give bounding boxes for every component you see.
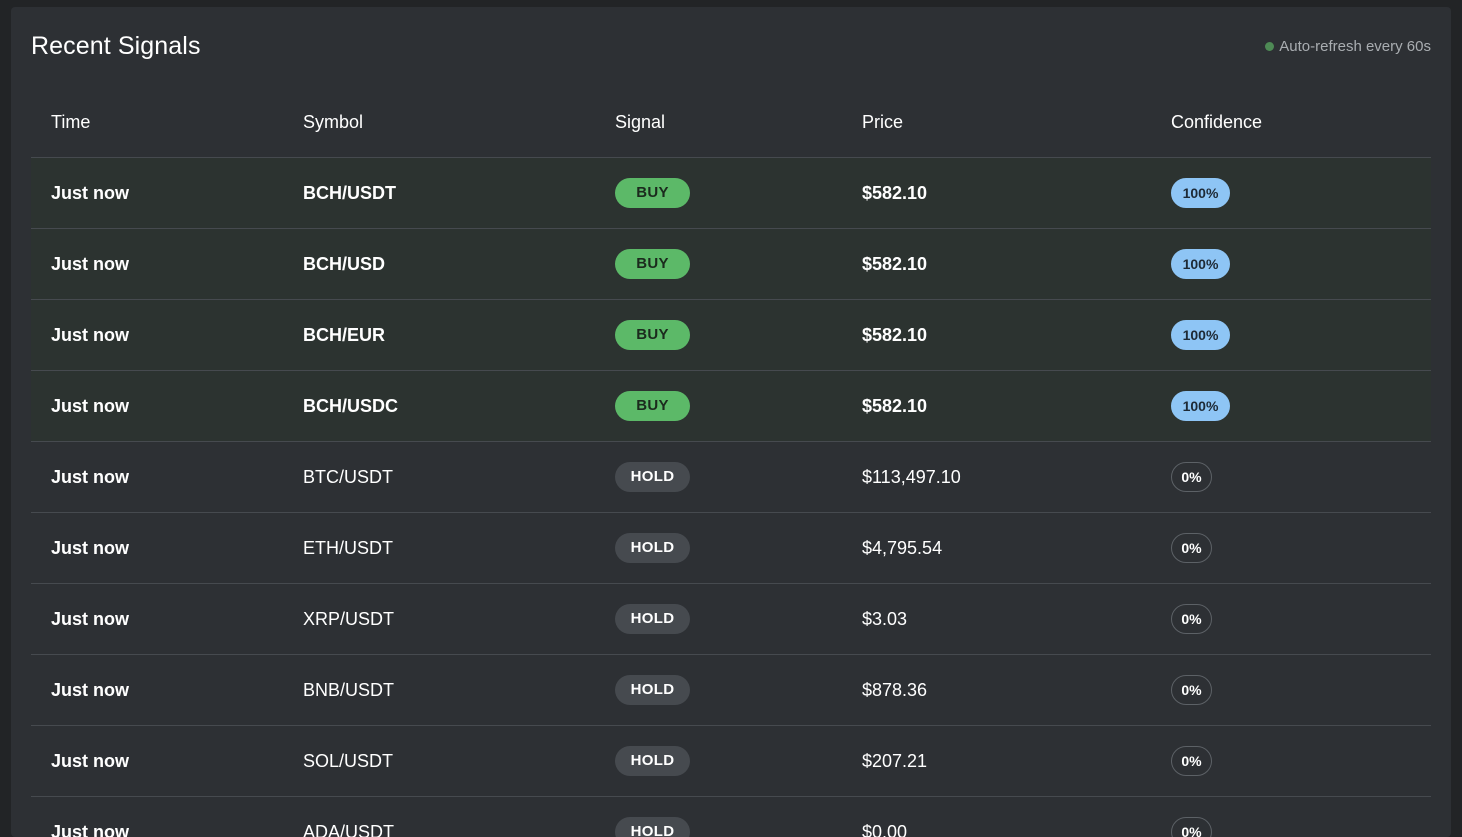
column-header-symbol[interactable]: Symbol (303, 87, 615, 158)
cell-time: Just now (31, 513, 303, 584)
table-body: Just nowBCH/USDTBUY$582.10100%Just nowBC… (31, 158, 1431, 837)
cell-signal: BUY (615, 371, 862, 442)
column-header-signal[interactable]: Signal (615, 87, 862, 158)
auto-refresh-status: Auto-refresh every 60s (1265, 38, 1431, 55)
column-header-time[interactable]: Time (31, 87, 303, 158)
cell-signal: BUY (615, 229, 862, 300)
signal-badge: HOLD (615, 675, 690, 705)
cell-signal: HOLD (615, 655, 862, 726)
cell-confidence: 0% (1171, 513, 1431, 584)
cell-price: $4,795.54 (862, 513, 1171, 584)
table-row[interactable]: Just nowBCH/USDBUY $582.10100% (31, 229, 1431, 300)
table-row[interactable]: Just nowETH/USDTHOLD $4,795.540% (31, 513, 1431, 584)
cell-time: Just now (31, 300, 303, 371)
cell-confidence: 0% (1171, 726, 1431, 797)
cell-symbol: ETH/USDT (303, 513, 615, 584)
recent-signals-panel: Recent Signals Auto-refresh every 60s Ti… (11, 7, 1451, 837)
confidence-badge: 0% (1171, 817, 1212, 837)
cell-confidence: 0% (1171, 584, 1431, 655)
cell-signal: BUY (615, 300, 862, 371)
table-row[interactable]: Just nowBCH/USDCBUY $582.10100% (31, 371, 1431, 442)
cell-confidence: 0% (1171, 655, 1431, 726)
confidence-badge: 100% (1171, 249, 1230, 279)
signal-badge: HOLD (615, 462, 690, 492)
cell-price: $878.36 (862, 655, 1171, 726)
signal-badge: BUY (615, 249, 690, 279)
cell-price: $3.03 (862, 584, 1171, 655)
panel-header: Recent Signals Auto-refresh every 60s (31, 7, 1431, 87)
cell-time: Just now (31, 229, 303, 300)
confidence-badge: 0% (1171, 746, 1212, 776)
cell-confidence: 100% (1171, 229, 1431, 300)
column-header-confidence[interactable]: Confidence (1171, 87, 1431, 158)
cell-time: Just now (31, 584, 303, 655)
signal-badge: HOLD (615, 533, 690, 563)
cell-signal: HOLD (615, 726, 862, 797)
cell-time: Just now (31, 158, 303, 229)
cell-confidence: 100% (1171, 158, 1431, 229)
confidence-badge: 100% (1171, 320, 1230, 350)
cell-symbol: BTC/USDT (303, 442, 615, 513)
cell-symbol: BCH/USDT (303, 158, 615, 229)
cell-confidence: 100% (1171, 371, 1431, 442)
signal-badge: HOLD (615, 746, 690, 776)
confidence-badge: 0% (1171, 675, 1212, 705)
cell-time: Just now (31, 655, 303, 726)
cell-signal: HOLD (615, 442, 862, 513)
cell-time: Just now (31, 442, 303, 513)
cell-price: $113,497.10 (862, 442, 1171, 513)
cell-symbol: BCH/EUR (303, 300, 615, 371)
table-row[interactable]: Just nowXRP/USDTHOLD $3.030% (31, 584, 1431, 655)
table-row[interactable]: Just nowBCH/USDTBUY $582.10100% (31, 158, 1431, 229)
cell-signal: HOLD (615, 584, 862, 655)
confidence-badge: 0% (1171, 604, 1212, 634)
table-row[interactable]: Just nowBCH/EURBUY $582.10100% (31, 300, 1431, 371)
table-header-row: Time Symbol Signal Price Confidence (31, 87, 1431, 158)
cell-symbol: XRP/USDT (303, 584, 615, 655)
cell-symbol: BNB/USDT (303, 655, 615, 726)
cell-price: $207.21 (862, 726, 1171, 797)
cell-symbol: BCH/USD (303, 229, 615, 300)
auto-refresh-label: Auto-refresh every 60s (1279, 38, 1431, 55)
cell-confidence: 0% (1171, 442, 1431, 513)
cell-confidence: 100% (1171, 300, 1431, 371)
status-dot-icon (1265, 42, 1274, 51)
cell-signal: HOLD (615, 513, 862, 584)
confidence-badge: 100% (1171, 178, 1230, 208)
signal-badge: HOLD (615, 817, 690, 837)
signal-badge: BUY (615, 178, 690, 208)
signal-badge: HOLD (615, 604, 690, 634)
table-row[interactable]: Just nowBTC/USDTHOLD $113,497.100% (31, 442, 1431, 513)
signal-badge: BUY (615, 320, 690, 350)
panel-title: Recent Signals (31, 32, 201, 61)
cell-time: Just now (31, 371, 303, 442)
cell-time: Just now (31, 726, 303, 797)
confidence-badge: 0% (1171, 462, 1212, 492)
confidence-badge: 0% (1171, 533, 1212, 563)
table-row[interactable]: Just nowSOL/USDTHOLD $207.210% (31, 726, 1431, 797)
cell-price: $582.10 (862, 371, 1171, 442)
cell-symbol: BCH/USDC (303, 371, 615, 442)
cell-price: $582.10 (862, 229, 1171, 300)
confidence-badge: 100% (1171, 391, 1230, 421)
signals-table: Time Symbol Signal Price Confidence Just… (31, 87, 1431, 837)
table-row[interactable]: Just nowBNB/USDTHOLD $878.360% (31, 655, 1431, 726)
cell-price: $582.10 (862, 300, 1171, 371)
cell-signal: BUY (615, 158, 862, 229)
signal-badge: BUY (615, 391, 690, 421)
cell-price: $582.10 (862, 158, 1171, 229)
column-header-price[interactable]: Price (862, 87, 1171, 158)
cell-symbol: SOL/USDT (303, 726, 615, 797)
